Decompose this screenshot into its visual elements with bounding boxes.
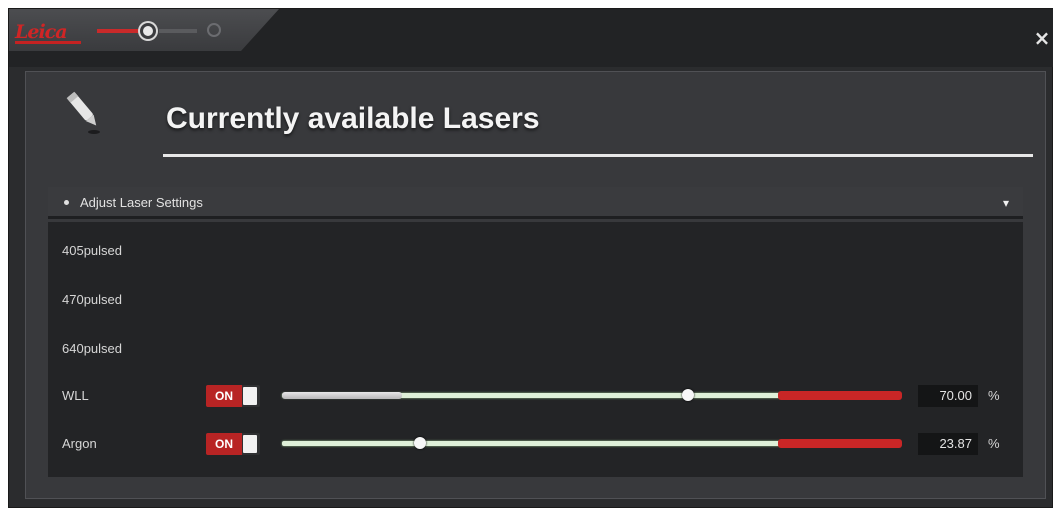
section-header-adjust-laser[interactable]: Adjust Laser Settings ▾ [48,187,1023,219]
argon-power-toggle[interactable]: ON [206,433,260,455]
slider-thumb[interactable] [414,437,426,449]
step-indicator-current[interactable] [140,23,156,39]
toggle-on-label: ON [206,385,242,407]
section-title: Adjust Laser Settings [80,195,203,210]
argon-unit-label: % [988,436,1000,451]
slider-thumb[interactable] [682,389,694,401]
wll-intensity-input[interactable]: 70.00 [918,385,978,407]
toggle-knob [243,387,257,405]
section-bullet-icon [64,200,69,205]
slider-track [282,441,782,446]
leica-logo: Leica [15,19,81,45]
slider-fill [282,392,402,399]
laser-label-470pulsed: 470pulsed [62,292,122,307]
close-button[interactable]: × [1033,27,1051,49]
argon-intensity-slider[interactable] [282,435,902,451]
laser-label-wll: WLL [62,388,89,403]
wll-intensity-slider[interactable] [282,387,902,403]
toggle-on-label: ON [206,433,242,455]
step-progress-pending [159,29,197,33]
laser-label-405pulsed: 405pulsed [62,243,122,258]
slider-high-range [778,439,902,448]
pin-icon[interactable]: ▾ [1003,197,1013,209]
toggle-knob [243,435,257,453]
pencil-icon [66,91,100,134]
step-indicator-next[interactable] [207,23,221,37]
title-divider [163,154,1033,157]
wll-unit-label: % [988,388,1000,403]
title-bar: Leica × [9,9,1053,67]
laser-label-argon: Argon [62,436,97,451]
step-progress-done [97,29,139,33]
laser-label-640pulsed: 640pulsed [62,341,122,356]
slider-high-range [778,391,902,400]
page-title: Currently available Lasers [166,102,540,135]
argon-intensity-input[interactable]: 23.87 [918,433,978,455]
wll-power-toggle[interactable]: ON [206,385,260,407]
